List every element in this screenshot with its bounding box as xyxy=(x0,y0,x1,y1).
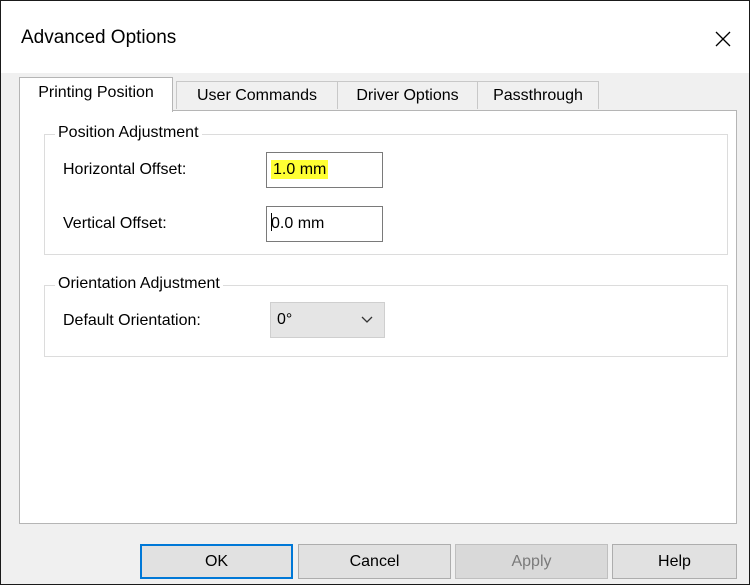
default-orientation-label: Default Orientation: xyxy=(63,312,201,329)
printing-position-panel: Position Adjustment Horizontal Offset: 1… xyxy=(19,110,737,524)
ok-button[interactable]: OK xyxy=(140,544,293,579)
horizontal-offset-field[interactable]: 1.0 mm xyxy=(266,152,383,188)
cancel-button[interactable]: Cancel xyxy=(298,544,451,579)
default-orientation-value: 0° xyxy=(277,311,293,328)
apply-button[interactable]: Apply xyxy=(455,544,608,579)
tab-passthrough[interactable]: Passthrough xyxy=(477,81,599,109)
orientation-adjustment-title: Orientation Adjustment xyxy=(55,275,223,293)
chevron-down-icon xyxy=(361,316,373,323)
close-button[interactable] xyxy=(705,21,741,57)
help-button[interactable]: Help xyxy=(612,544,737,579)
close-icon xyxy=(715,31,731,47)
horizontal-offset-value: 1.0 mm xyxy=(271,160,329,179)
title-bar: Advanced Options xyxy=(1,1,749,73)
tab-printing-position[interactable]: Printing Position xyxy=(19,77,173,112)
position-adjustment-title: Position Adjustment xyxy=(55,124,202,142)
vertical-offset-field[interactable]: 0.0 mm xyxy=(266,206,383,242)
vertical-offset-label: Vertical Offset: xyxy=(63,215,167,232)
advanced-options-dialog: Advanced Options Printing Position User … xyxy=(0,0,750,585)
horizontal-offset-label: Horizontal Offset: xyxy=(63,161,187,178)
default-orientation-dropdown[interactable]: 0° xyxy=(270,302,385,338)
tab-user-commands[interactable]: User Commands xyxy=(176,81,338,109)
position-adjustment-group: Position Adjustment Horizontal Offset: 1… xyxy=(44,124,728,255)
vertical-offset-value: 0.0 mm xyxy=(271,215,325,232)
window-title: Advanced Options xyxy=(21,27,177,48)
orientation-adjustment-group: Orientation Adjustment Default Orientati… xyxy=(44,275,728,357)
tab-driver-options[interactable]: Driver Options xyxy=(337,81,478,109)
